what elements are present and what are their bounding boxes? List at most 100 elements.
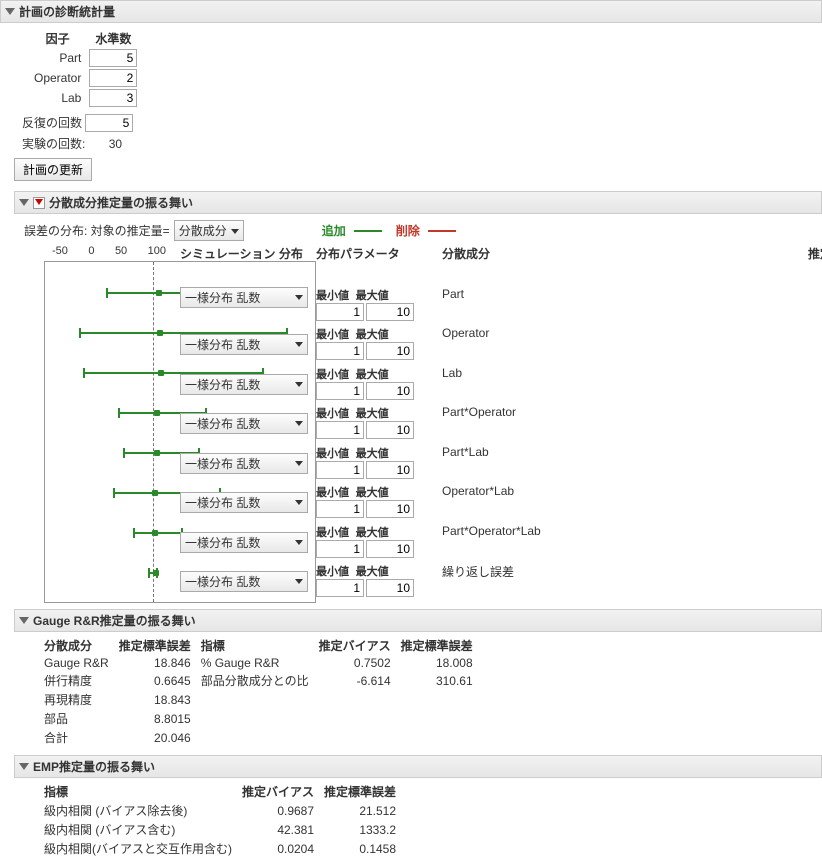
- nruns-value: 30: [109, 137, 122, 151]
- gauge-metric-se: 310.61: [401, 671, 483, 690]
- factor-col-levels: 水準数: [85, 29, 141, 48]
- gauge-metric-name: [201, 709, 319, 728]
- col-vc: 分散成分: [442, 245, 792, 264]
- gauge-vc-se: 8.8015: [119, 709, 201, 728]
- param-min-input[interactable]: [316, 421, 364, 439]
- param-max-input[interactable]: [366, 461, 414, 479]
- factor-levels-input[interactable]: [89, 69, 137, 87]
- gauge-col-se2: 推定標準誤差: [401, 636, 483, 655]
- param-max-input[interactable]: [366, 382, 414, 400]
- vc-label: Operator: [442, 326, 792, 340]
- section-header-emp: EMP推定量の振る舞い: [14, 755, 822, 778]
- factor-levels-input[interactable]: [89, 49, 137, 67]
- factor-name: Lab: [30, 88, 85, 108]
- gauge-vc-name: Gauge R&R: [44, 655, 119, 671]
- gauge-metric-name: 部品分散成分との比: [201, 671, 319, 690]
- target-estimator-dropdown[interactable]: 分散成分: [174, 220, 244, 241]
- chevron-down-icon[interactable]: [19, 763, 29, 770]
- param-max-input[interactable]: [366, 303, 414, 321]
- nruns-row: 実験の回数: 30: [22, 135, 822, 152]
- param-max-input[interactable]: [366, 579, 414, 597]
- err-dist-label: 誤差の分布: 対象の推定量=: [24, 222, 170, 239]
- bias-value: 0.0668: [798, 445, 822, 459]
- param-min-input[interactable]: [316, 342, 364, 360]
- red-disclose-icon[interactable]: [33, 197, 45, 209]
- gauge-col-se: 推定標準誤差: [119, 636, 201, 655]
- factor-levels-input[interactable]: [89, 89, 137, 107]
- bias-value: 0.6375: [798, 366, 822, 380]
- update-design-button[interactable]: 計画の更新: [14, 158, 92, 181]
- gauge-vc-name: 併行精度: [44, 671, 119, 690]
- section-title-emp: EMP推定量の振る舞い: [33, 758, 155, 775]
- emp-table: 指標 推定バイアス 推定標準誤差 級内相関 (バイアス除去後) 0.9687 2…: [44, 782, 406, 858]
- reps-input[interactable]: [85, 114, 133, 132]
- gauge-col-bias: 推定バイアス: [319, 636, 401, 655]
- param-min-input[interactable]: [316, 461, 364, 479]
- section-header-main: 計画の診断統計量: [0, 0, 822, 23]
- gauge-vc-se: 18.846: [119, 655, 201, 671]
- factor-table: 因子 水準数 Part Operator Lab: [30, 29, 141, 108]
- emp-metric: 級内相関 (バイアス含む): [44, 820, 242, 839]
- gauge-vc-se: 0.6645: [119, 671, 201, 690]
- gauge-metric-bias: [319, 728, 401, 747]
- param-max-input[interactable]: [366, 421, 414, 439]
- chevron-down-icon[interactable]: [5, 8, 15, 15]
- bias-value: 0.4343: [798, 326, 822, 340]
- chevron-down-icon[interactable]: [19, 617, 29, 624]
- emp-metric: 級内相関 (バイアス除去後): [44, 801, 242, 820]
- param-min-input[interactable]: [316, 500, 364, 518]
- gauge-metric-name: [201, 690, 319, 709]
- gauge-vc-se: 18.843: [119, 690, 201, 709]
- reps-label: 反復の回数: [22, 114, 82, 131]
- param-min-input[interactable]: [316, 579, 364, 597]
- param-max-input[interactable]: [366, 540, 414, 558]
- chevron-down-icon: [295, 382, 303, 387]
- sim-dist-dropdown[interactable]: 一様分布 乱数: [180, 453, 308, 474]
- col-bias: 推定バイアス: [798, 245, 822, 281]
- param-min-input[interactable]: [316, 540, 364, 558]
- gauge-vc-name: 再現精度: [44, 690, 119, 709]
- param-min-input[interactable]: [316, 382, 364, 400]
- chart-header: -50 0 50 100: [44, 245, 174, 603]
- chevron-down-icon: [295, 579, 303, 584]
- sim-dist-dropdown[interactable]: 一様分布 乱数: [180, 334, 308, 355]
- emp-col-bias: 推定バイアス: [242, 782, 324, 801]
- chevron-down-icon: [295, 342, 303, 347]
- sim-dist-dropdown[interactable]: 一様分布 乱数: [180, 287, 308, 308]
- gauge-vc-name: 合計: [44, 728, 119, 747]
- sim-dist-dropdown[interactable]: 一様分布 乱数: [180, 492, 308, 513]
- gauge-metric-se: [401, 690, 483, 709]
- gauge-metric-name: [201, 728, 319, 747]
- vc-label: Part*Operator: [442, 405, 792, 419]
- sim-dist-dropdown[interactable]: 一様分布 乱数: [180, 532, 308, 553]
- gauge-metric-bias: -6.614: [319, 671, 401, 690]
- sim-dist-dropdown[interactable]: 一様分布 乱数: [180, 413, 308, 434]
- legend-del: 削除: [396, 222, 420, 239]
- factor-name: Operator: [30, 68, 85, 88]
- vc-label: Part*Operator*Lab: [442, 524, 792, 538]
- sim-dist-dropdown[interactable]: 一様分布 乱数: [180, 571, 308, 592]
- legend-add-line: [354, 230, 382, 232]
- gauge-vc-se: 20.046: [119, 728, 201, 747]
- section-title-main: 計画の診断統計量: [19, 3, 115, 20]
- chevron-down-icon: [295, 540, 303, 545]
- param-max-input[interactable]: [366, 500, 414, 518]
- param-max-input[interactable]: [366, 342, 414, 360]
- sim-dist-dropdown[interactable]: 一様分布 乱数: [180, 374, 308, 395]
- chevron-down-icon: [295, 461, 303, 466]
- ci-bar: [133, 532, 183, 534]
- emp-metric: 級内相関(バイアスと交互作用含む): [44, 839, 242, 858]
- nruns-label: 実験の回数:: [22, 135, 85, 152]
- vc-label: Part: [442, 287, 792, 301]
- axis-tick: -50: [52, 245, 68, 257]
- emp-se: 21.512: [324, 801, 406, 820]
- legend-add: 追加: [322, 222, 346, 239]
- gauge-metric-name: % Gauge R&R: [201, 655, 319, 671]
- ci-bar: [148, 572, 159, 574]
- chevron-down-icon[interactable]: [19, 199, 29, 206]
- chevron-down-icon: [295, 500, 303, 505]
- chevron-down-icon: [295, 421, 303, 426]
- emp-bias: 0.0204: [242, 839, 324, 858]
- legend-del-line: [428, 230, 456, 232]
- param-min-input[interactable]: [316, 303, 364, 321]
